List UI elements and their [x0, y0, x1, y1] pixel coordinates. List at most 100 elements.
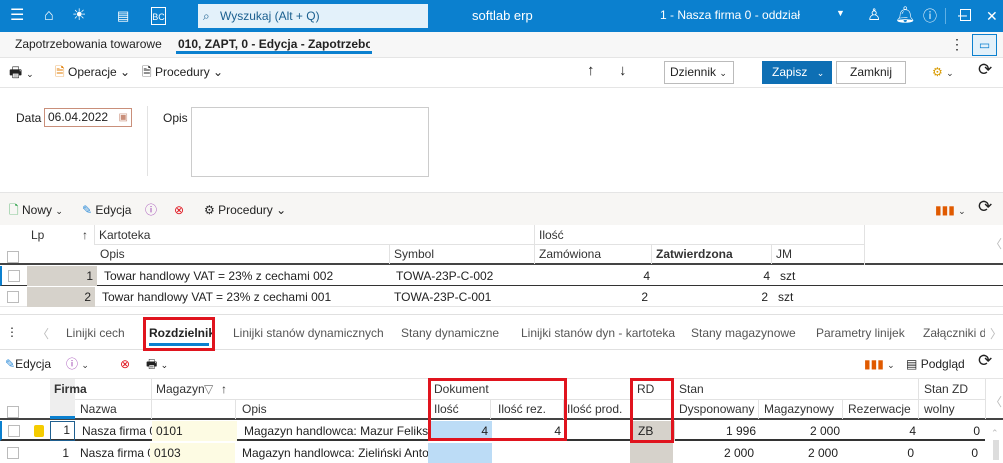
header-zatwierdzona[interactable]: Zatwierdzona — [652, 244, 737, 264]
header-opis[interactable]: Opis — [238, 399, 271, 419]
bulb-icon[interactable]: ☀ — [72, 6, 86, 26]
arrow-down-icon[interactable]: ↓ — [619, 61, 627, 81]
document-icon[interactable]: ▤ — [117, 6, 129, 26]
procedury-label: Procedury — [155, 65, 210, 79]
tab-linijki-stanow-kartoteka[interactable]: Linijki stanów dyn - kartoteka — [521, 326, 675, 340]
chart-icon[interactable]: ▮▮▮ ⌄ — [864, 354, 895, 375]
more-tabs-icon[interactable]: ⋮ — [6, 325, 18, 339]
comments-icon[interactable]: ▭ — [972, 34, 997, 56]
bell-icon[interactable]: 🔔︎ — [895, 6, 915, 26]
refresh-lines-icon[interactable]: ⟳ — [978, 197, 992, 217]
settings-icon[interactable]: ⚙ ⌄ — [932, 62, 954, 83]
tab-zalaczniki[interactable]: Załączniki d — [923, 326, 985, 340]
cell-rd — [630, 443, 673, 463]
collapse-icon[interactable]: 〈 — [990, 393, 1002, 410]
header-nazwa[interactable]: Nazwa — [76, 399, 121, 419]
operations-icon: 🗎 — [55, 65, 65, 79]
header-ilosc[interactable]: Ilość — [535, 225, 568, 245]
tab-zapotrzebowania[interactable]: Zapotrzebowania towarowe — [15, 36, 162, 52]
refresh-icon[interactable]: ⟳ — [978, 60, 992, 80]
tab-linijki-cech[interactable]: Linijki cech — [66, 326, 125, 340]
tab-parametry-linijek[interactable]: Parametry linijek — [816, 326, 905, 340]
header-wolny[interactable]: wolny — [920, 399, 959, 419]
table-row[interactable]: 2 Towar handlowy VAT = 23% z cechami 001… — [0, 287, 1003, 307]
row-checkbox[interactable] — [8, 270, 20, 282]
collapse-icon[interactable]: 〈 — [990, 235, 1002, 252]
delete-icon[interactable]: ⊗ — [174, 200, 184, 220]
procedury-lines-button[interactable]: ⚙ Procedury ⌄ — [204, 200, 286, 220]
opis-textarea[interactable] — [191, 107, 429, 177]
detail-edit-button[interactable]: ✎Edycja — [5, 354, 51, 374]
header-magazynowy[interactable]: Magazynowy — [760, 399, 838, 419]
chart-icon[interactable]: ▮▮▮ ⌄ — [935, 200, 966, 221]
header-stan-zd[interactable]: Stan ZD — [920, 379, 972, 399]
save-button[interactable]: Zapisz ⌄ — [762, 61, 832, 84]
cell-jm: szt — [780, 269, 796, 283]
header-kartoteka[interactable]: Kartoteka — [95, 225, 154, 245]
cell-magazynowy: 2 000 — [807, 446, 838, 460]
highlight-box-dokument — [428, 378, 567, 441]
menu-icon[interactable]: ☰ — [10, 6, 24, 26]
print-icon[interactable]: 🖶︎ ⌄ — [9, 62, 34, 84]
calendar-icon[interactable]: ▣ — [119, 109, 128, 126]
edit-button[interactable]: ✎ Edycja — [82, 200, 131, 220]
preview-button[interactable]: ▤ Podgląd — [906, 354, 965, 374]
header-zamowiona[interactable]: Zamówiona — [535, 244, 605, 264]
header-stan[interactable]: Stan — [675, 379, 708, 399]
table-row[interactable]: 1 Towar handlowy VAT = 23% z cechami 002… — [0, 266, 1003, 286]
tab-stany-magazynowe[interactable]: Stany magazynowe — [691, 326, 796, 340]
row-checkbox[interactable] — [7, 447, 19, 459]
user-icon[interactable]: ♙ — [867, 6, 881, 26]
cell-ilosc[interactable] — [428, 443, 492, 463]
cell-lp: 1 — [27, 266, 97, 286]
header-rezerwacje[interactable]: Rezerwacje — [844, 399, 915, 419]
header-jm[interactable]: JM — [772, 244, 796, 264]
arrow-up-icon[interactable]: ↑ — [587, 61, 595, 81]
view-select[interactable]: Dziennik ⌄ — [664, 61, 734, 84]
select-all-checkbox[interactable] — [7, 251, 19, 263]
company-selector[interactable]: 1 - Nasza firma 0 - oddział — [660, 8, 800, 22]
tab-edycja[interactable]: 010, ZAPT, 0 - Edycja - Zapotrzebowan — [178, 36, 370, 52]
info-icon[interactable]: ⓘ — [145, 200, 157, 220]
help-icon[interactable]: ⓘ — [923, 6, 937, 26]
select-all-checkbox[interactable] — [7, 406, 19, 418]
more-icon[interactable]: ⋮ — [950, 36, 964, 53]
header-opis[interactable]: Opis — [96, 244, 129, 264]
operacje-button[interactable]: 🗎 Operacje ⌄ — [55, 62, 130, 82]
scroll-left-icon[interactable]: 〈 — [37, 325, 49, 342]
new-label: Nowy — [22, 203, 53, 217]
header-firma[interactable]: Firma — [50, 379, 91, 399]
home-icon[interactable]: ⌂ — [44, 6, 54, 26]
scroll-right-icon[interactable]: 〉 — [990, 325, 1002, 342]
header-dysponowany[interactable]: Dysponowany — [675, 399, 758, 419]
info-icon[interactable]: ⓘ ⌄ — [66, 354, 89, 375]
scroll-up-icon[interactable]: ⌃ — [991, 428, 999, 439]
header-ilosc-prod[interactable]: Ilość prod. — [563, 399, 626, 419]
delete-icon[interactable]: ⊗ — [120, 354, 130, 374]
maximize-icon[interactable] — [960, 9, 971, 21]
row-checkbox[interactable] — [7, 291, 19, 303]
close-window-icon[interactable]: ✕ — [986, 6, 998, 26]
table-row[interactable]: 1 Nasza firma 0 0103 Magazyn handlowca: … — [0, 443, 985, 463]
header-symbol[interactable]: Symbol — [390, 244, 438, 264]
vertical-scrollbar[interactable] — [993, 440, 999, 460]
new-button[interactable]: 🗋 Nowy ⌄ — [9, 200, 63, 221]
chevron-down-icon[interactable]: ▼ — [836, 8, 845, 18]
filter-icon[interactable]: ▽ — [200, 379, 217, 399]
row-checkbox[interactable] — [8, 425, 20, 437]
sort-arrow-icon[interactable]: ↑ — [78, 225, 92, 245]
tab-linijki-stanow-dyn[interactable]: Linijki stanów dynamicznych — [233, 326, 384, 340]
cell-lp[interactable]: 1 — [50, 421, 75, 441]
refresh-detail-icon[interactable]: ⟳ — [978, 351, 992, 371]
search-input[interactable]: ⌕ Wyszukaj (Alt + Q) — [198, 4, 428, 28]
print-icon[interactable]: 🖶︎ ⌄ — [146, 354, 168, 375]
header-lp[interactable]: Lp — [27, 225, 48, 245]
close-button[interactable]: Zamknij — [836, 61, 906, 84]
cell-rezerwacje: 0 — [907, 446, 914, 460]
bc-icon[interactable]: BC — [151, 7, 166, 25]
cell-jm: szt — [778, 290, 794, 304]
tab-stany-dynamiczne[interactable]: Stany dynamiczne — [401, 326, 499, 340]
sort-arrow-icon[interactable]: ↑ — [217, 379, 231, 399]
procedury-button[interactable]: 🗎 Procedury ⌄ — [142, 62, 223, 82]
date-field[interactable]: 06.04.2022 ▣ — [44, 108, 132, 127]
